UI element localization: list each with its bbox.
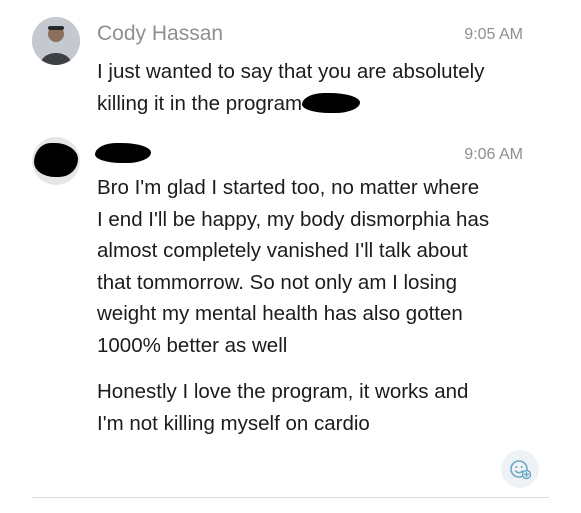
divider — [32, 497, 549, 498]
message-line: Honestly I love the program, it works an… — [97, 380, 469, 403]
message-timestamp: 9:05 AM — [464, 26, 523, 43]
message-text: Bro I'm glad I started too, no matter wh… — [97, 172, 537, 361]
avatar-photo-icon — [32, 17, 80, 65]
redaction-mark — [301, 92, 360, 113]
message-text: I just wanted to say that you are absolu… — [97, 56, 537, 119]
message-line: I'm not killing myself on cardio — [97, 411, 370, 435]
redaction-mark — [34, 143, 78, 177]
message-text: Honestly I love the program, it works an… — [97, 376, 537, 439]
message-line: almost completely vanished I'll talk abo… — [97, 239, 468, 262]
message-line: weight my mental health has also gotten — [97, 302, 463, 325]
message-timestamp: 9:06 AM — [464, 146, 523, 163]
message-line: I end I'll be happy, my body dismorphia … — [97, 207, 490, 231]
message-line-text: killing it in the program — [97, 91, 303, 115]
message-line: 1000% better as well — [97, 333, 288, 357]
message-line: Bro I'm glad I started too, no matter wh… — [97, 176, 480, 199]
avatar[interactable] — [32, 17, 80, 65]
avatar[interactable] — [32, 137, 80, 185]
message-line: killing it in the program — [97, 88, 537, 120]
sender-redaction-mark — [95, 143, 151, 163]
message-line: I just wanted to say that you are absolu… — [97, 60, 485, 83]
add-reaction-button[interactable] — [501, 450, 539, 488]
sender-name[interactable]: Cody Hassan — [97, 22, 223, 46]
add-reaction-icon — [510, 460, 532, 480]
message-line: that tommorrow. So not only am I losing — [97, 270, 458, 294]
